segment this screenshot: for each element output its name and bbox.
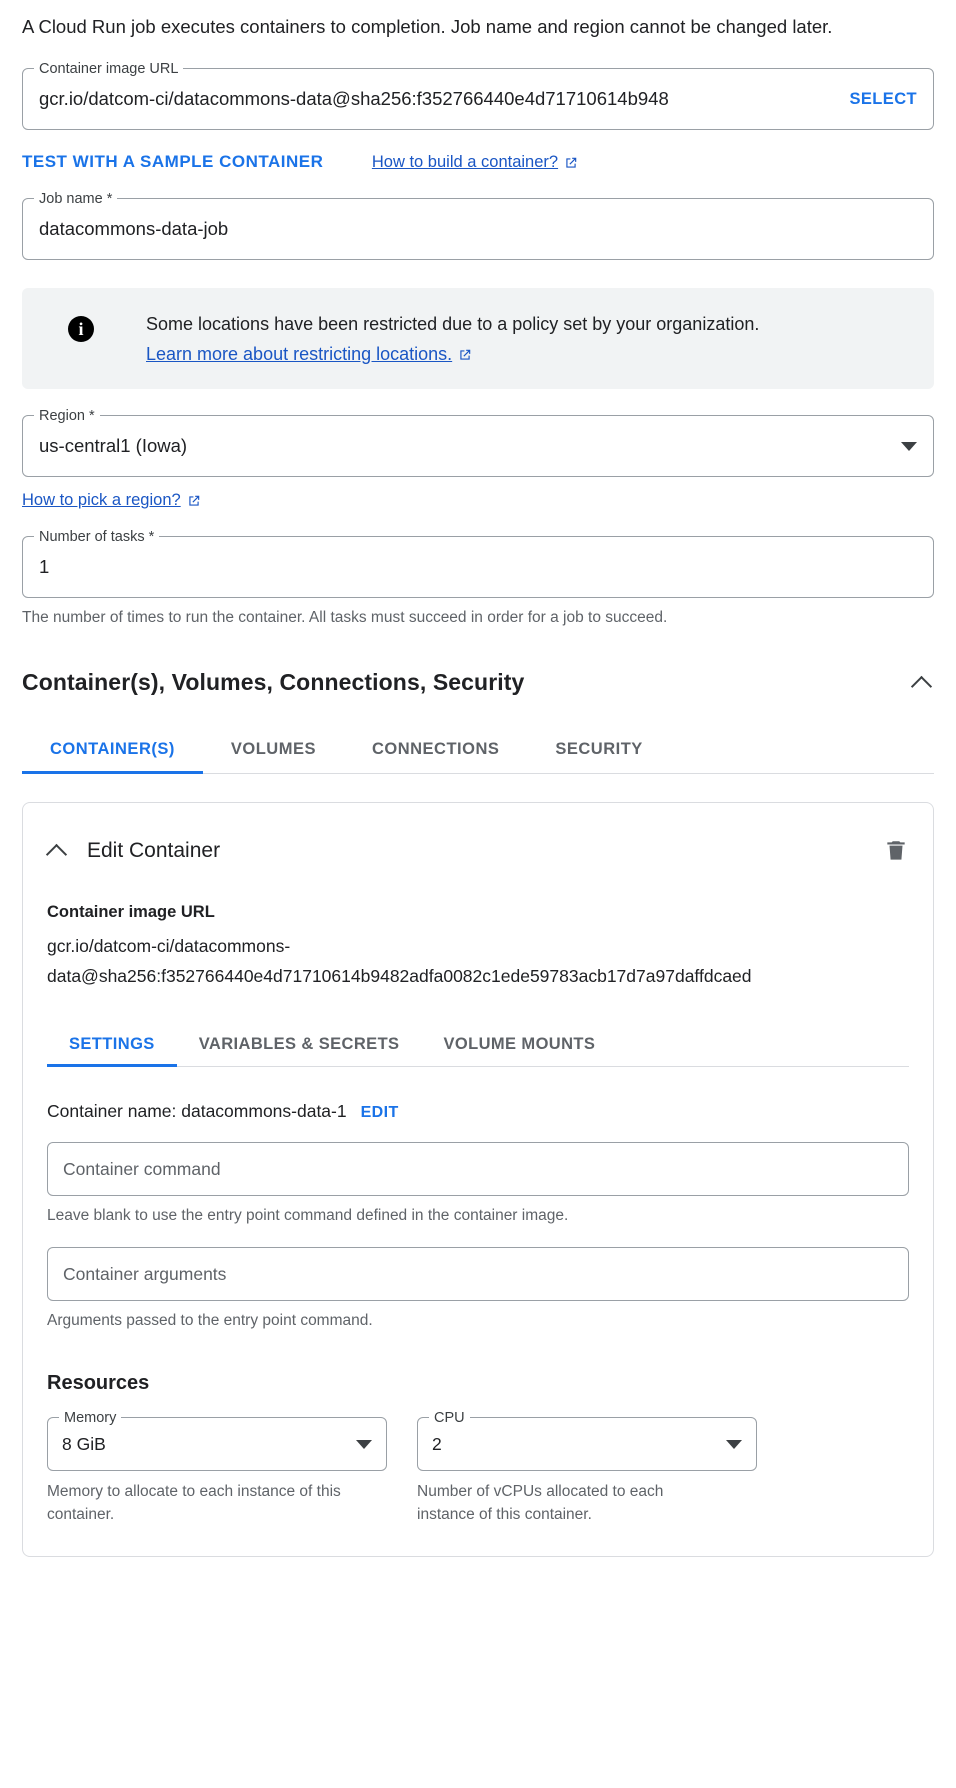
container-command-input[interactable]: Container command (47, 1142, 909, 1196)
external-link-icon (566, 157, 577, 168)
advanced-settings-section-header[interactable]: Container(s), Volumes, Connections, Secu… (22, 669, 934, 696)
number-of-tasks-value[interactable]: 1 (39, 556, 917, 578)
subtab-variables-secrets[interactable]: VARIABLES & SECRETS (177, 1035, 422, 1066)
resources-row: Memory 8 GiB Memory to allocate to each … (47, 1409, 909, 1556)
external-link-icon (460, 349, 471, 360)
memory-value: 8 GiB (62, 1433, 106, 1454)
region-label: Region * (34, 407, 100, 425)
edit-container-title: Edit Container (87, 839, 221, 862)
cpu-select[interactable]: CPU 2 (417, 1409, 757, 1471)
how-to-build-container-link[interactable]: How to build a container? (372, 153, 578, 172)
number-of-tasks-field[interactable]: Number of tasks * 1 (22, 528, 934, 598)
card-image-url-value: gcr.io/datcom-ci/datacommons- data@sha25… (47, 931, 909, 991)
subtab-settings[interactable]: SETTINGS (47, 1035, 177, 1067)
number-of-tasks-helper: The number of times to run the container… (22, 609, 668, 626)
job-name-label: Job name * (34, 190, 118, 208)
card-image-url-label: Container image URL (47, 903, 215, 921)
chevron-up-icon[interactable] (47, 840, 69, 862)
chevron-down-icon[interactable] (901, 441, 917, 451)
container-name-row: Container name: datacommons-data-1 EDIT (47, 1101, 909, 1122)
container-subtabs: SETTINGS VARIABLES & SECRETS VOLUME MOUN… (47, 1021, 909, 1067)
advanced-settings-tabs: CONTAINER(S) VOLUMES CONNECTIONS SECURIT… (22, 724, 934, 774)
card-image-url-line2: data@sha256:f352766440e4d71710614b9482ad… (47, 966, 752, 986)
memory-label: Memory (59, 1409, 122, 1427)
info-icon: i (68, 316, 94, 342)
job-name-value[interactable]: datacommons-data-job (39, 218, 917, 240)
chevron-down-icon[interactable] (726, 1439, 742, 1449)
job-creation-form: A Cloud Run job executes containers to c… (0, 0, 956, 1557)
how-to-pick-region-label: How to pick a region? (22, 491, 181, 509)
tab-containers[interactable]: CONTAINER(S) (22, 740, 203, 774)
container-image-url-value[interactable]: gcr.io/datcom-ci/datacommons-data@sha256… (39, 88, 836, 110)
how-to-build-container-label: How to build a container? (371, 153, 559, 171)
edit-container-name-button[interactable]: EDIT (361, 1104, 399, 1122)
resources-title: Resources (47, 1372, 150, 1394)
policy-banner-body: Some locations have been restricted due … (146, 310, 759, 365)
select-image-button[interactable]: SELECT (850, 90, 918, 109)
subtab-volume-mounts[interactable]: VOLUME MOUNTS (421, 1035, 617, 1066)
container-name-label: Container name: datacommons-data-1 (47, 1101, 347, 1121)
tab-connections[interactable]: CONNECTIONS (344, 740, 527, 773)
chevron-down-icon[interactable] (356, 1439, 372, 1449)
number-of-tasks-label: Number of tasks * (34, 528, 160, 546)
cpu-helper: Number of vCPUs allocated to each instan… (417, 1483, 664, 1523)
memory-column: Memory 8 GiB Memory to allocate to each … (47, 1409, 387, 1526)
intro-text: A Cloud Run job executes containers to c… (22, 16, 833, 37)
how-to-pick-region-link[interactable]: How to pick a region? (22, 491, 201, 510)
tab-security[interactable]: SECURITY (527, 740, 670, 773)
edit-container-body: Container image URL gcr.io/datcom-ci/dat… (23, 903, 933, 1556)
external-link-icon (189, 495, 199, 506)
memory-select[interactable]: Memory 8 GiB (47, 1409, 387, 1471)
region-value[interactable]: us-central1 (Iowa) (39, 435, 891, 457)
container-image-url-label: Container image URL (34, 60, 184, 78)
policy-restriction-banner: i Some locations have been restricted du… (22, 288, 934, 389)
card-image-url-line1: gcr.io/datcom-ci/datacommons- (47, 936, 291, 956)
container-image-url-field[interactable]: Container image URL gcr.io/datcom-ci/dat… (22, 60, 934, 130)
edit-container-card: Edit Container Container image URL gcr.i… (22, 802, 934, 1557)
policy-banner-text: Some locations have been restricted due … (146, 314, 760, 334)
edit-container-header[interactable]: Edit Container (23, 829, 933, 873)
cpu-column: CPU 2 Number of vCPUs allocated to each … (417, 1409, 757, 1526)
job-name-field[interactable]: Job name * datacommons-data-job (22, 190, 934, 260)
container-command-helper: Leave blank to use the entry point comma… (47, 1207, 569, 1224)
chevron-up-icon[interactable] (912, 672, 934, 694)
policy-banner-link[interactable]: Learn more about restricting locations. (146, 344, 472, 365)
cpu-label: CPU (429, 1409, 470, 1427)
memory-helper: Memory to allocate to each instance of t… (47, 1483, 341, 1523)
container-arguments-input[interactable]: Container arguments (47, 1247, 909, 1301)
region-field[interactable]: Region * us-central1 (Iowa) (22, 407, 934, 477)
container-arguments-helper: Arguments passed to the entry point comm… (47, 1312, 373, 1329)
trash-icon[interactable] (883, 837, 909, 865)
advanced-settings-title: Container(s), Volumes, Connections, Secu… (22, 669, 525, 695)
tab-volumes[interactable]: VOLUMES (203, 740, 344, 773)
cpu-value: 2 (432, 1433, 442, 1454)
policy-banner-link-label: Learn more about restricting locations. (146, 344, 453, 364)
test-sample-container-button[interactable]: TEST WITH A SAMPLE CONTAINER (22, 152, 323, 172)
